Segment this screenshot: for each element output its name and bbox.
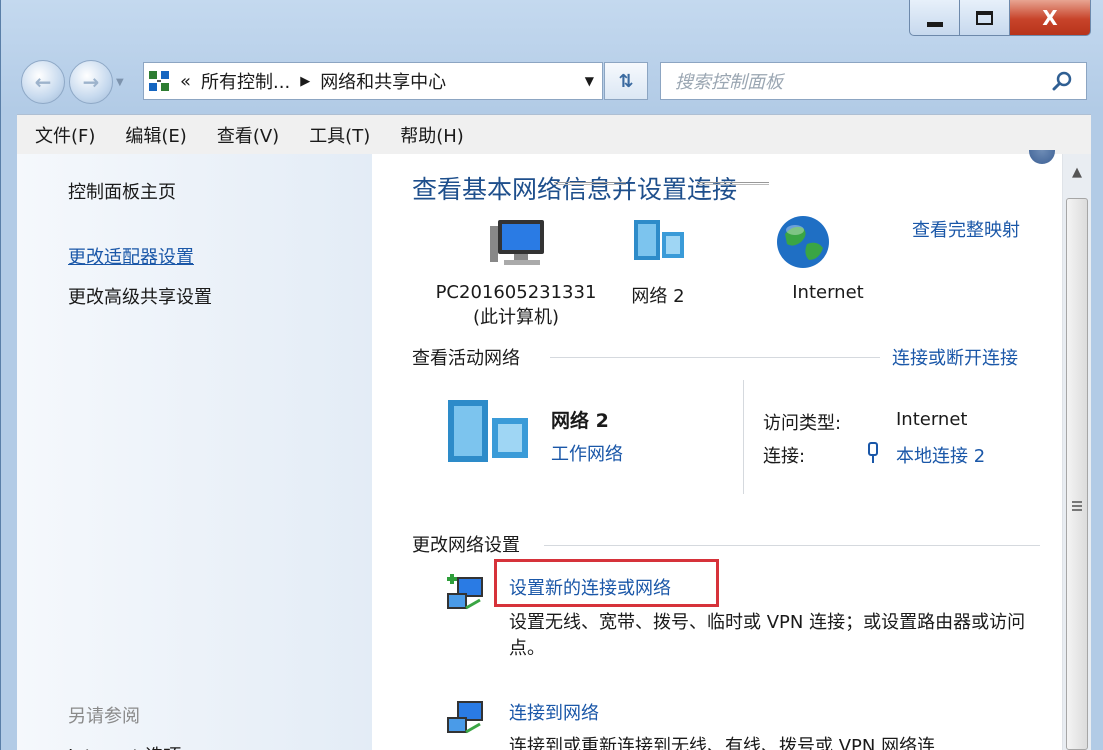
page-title: 查看基本网络信息并设置连接 (412, 175, 738, 204)
computer-name-label: PC201605231331 (此计算机) (406, 282, 626, 329)
connect-to-network-desc: 连接到或重新连接到无线、有线、拨号或 VPN 网络连 (509, 736, 936, 750)
active-network-name: 网络 2 (551, 410, 609, 432)
internet-node-label: Internet (792, 282, 864, 303)
connection-icon (866, 442, 880, 469)
window: X ← → ▼ « 所有控制... ▶ 网络和共享中心 ▼ ⇅ 搜索控制面板 文… (0, 0, 1103, 750)
vertical-divider (743, 380, 744, 494)
control-panel-home-link[interactable]: 控制面板主页 (68, 178, 176, 204)
back-arrow-icon: ← (34, 70, 52, 94)
change-advanced-sharing-link[interactable]: 更改高级共享设置 (68, 283, 212, 309)
connections-label: 连接: (763, 446, 806, 467)
scroll-grip-icon (1072, 501, 1082, 511)
divider (550, 357, 880, 358)
setup-new-connection-desc: 设置无线、宽带、拨号、临时或 VPN 连接；或设置路由器或访问点。 (509, 612, 1026, 659)
network-type-link[interactable]: 工作网络 (551, 440, 623, 466)
network-center-icon (149, 71, 169, 91)
access-type-label: 访问类型: (763, 413, 842, 434)
search-placeholder: 搜索控制面板 (675, 72, 783, 93)
change-adapter-settings-link[interactable]: 更改适配器设置 (68, 243, 194, 269)
search-box[interactable]: 搜索控制面板 (660, 62, 1087, 100)
menu-help[interactable]: 帮助(H) (400, 122, 464, 148)
connect-or-disconnect-link[interactable]: 连接或断开连接 (892, 344, 1018, 370)
close-icon: X (1042, 5, 1058, 30)
address-dropdown-icon[interactable]: ▼ (585, 74, 594, 88)
left-pane: 控制面板主页 更改适配器设置 更改高级共享设置 另请参阅 Internet 选项 (17, 154, 372, 750)
chevron-down-icon[interactable]: ▼ (116, 77, 124, 88)
network-node-label: 网络 2 (631, 286, 685, 307)
highlight-box (494, 559, 719, 607)
map-connector-line (697, 182, 769, 185)
breadcrumb-separator-icon[interactable]: ▶ (300, 74, 310, 89)
internet-globe-icon (777, 216, 829, 268)
menu-edit[interactable]: 编辑(E) (125, 122, 186, 148)
nav-buttons: ← → ▼ (21, 60, 124, 104)
maximize-icon (976, 10, 993, 25)
scroll-up-button[interactable]: ▲ (1063, 158, 1091, 186)
minimize-icon (926, 22, 943, 27)
refresh-button[interactable]: ⇅ (604, 62, 648, 100)
new-connection-icon (447, 574, 483, 610)
minimize-button[interactable] (909, 0, 959, 36)
address-prefix: « (180, 70, 192, 92)
local-connection-link[interactable]: 本地连接 2 (896, 442, 985, 468)
address-bar[interactable]: « 所有控制... ▶ 网络和共享中心 ▼ (143, 62, 603, 100)
see-also-heading: 另请参阅 (68, 706, 140, 727)
computer-icon (490, 220, 544, 265)
connect-to-network-link[interactable]: 连接到网络 (509, 699, 599, 725)
computer-sub: (此计算机) (472, 307, 560, 328)
active-networks-title: 查看活动网络 (412, 348, 520, 369)
view-full-map-link[interactable]: 查看完整映射 (912, 216, 1020, 242)
menu-tools[interactable]: 工具(T) (309, 122, 370, 148)
network-large-icon (448, 400, 528, 462)
divider (544, 545, 1040, 546)
maximize-button[interactable] (959, 0, 1009, 36)
back-button[interactable]: ← (21, 60, 65, 104)
refresh-arrows-icon: ⇅ (618, 70, 634, 92)
network-icon (634, 220, 684, 260)
connect-to-network-icon (447, 701, 483, 734)
caption-buttons: X (909, 0, 1091, 36)
menu-file[interactable]: 文件(F) (35, 122, 95, 148)
menu-bar: 文件(F) 编辑(E) 查看(V) 工具(T) 帮助(H) (17, 114, 1091, 154)
close-button[interactable]: X (1009, 0, 1091, 36)
search-icon[interactable] (1052, 70, 1074, 92)
vertical-scrollbar[interactable]: ▲ (1062, 154, 1091, 750)
forward-arrow-icon: → (82, 70, 100, 94)
breadcrumb-all-control[interactable]: 所有控制... (201, 68, 290, 94)
scroll-thumb[interactable] (1066, 198, 1088, 750)
menu-view[interactable]: 查看(V) (217, 122, 279, 148)
main-content: 查看基本网络信息并设置连接 查看完整映射 PC201605231331 (此计算… (372, 154, 1062, 750)
map-connector-line (554, 182, 626, 185)
forward-button[interactable]: → (69, 60, 113, 104)
internet-options-link[interactable]: Internet 选项 (68, 742, 181, 750)
breadcrumb-network-center[interactable]: 网络和共享中心 (320, 68, 446, 94)
access-type-value: Internet (896, 409, 968, 430)
change-settings-title: 更改网络设置 (412, 535, 520, 556)
computer-name: PC201605231331 (435, 282, 597, 303)
